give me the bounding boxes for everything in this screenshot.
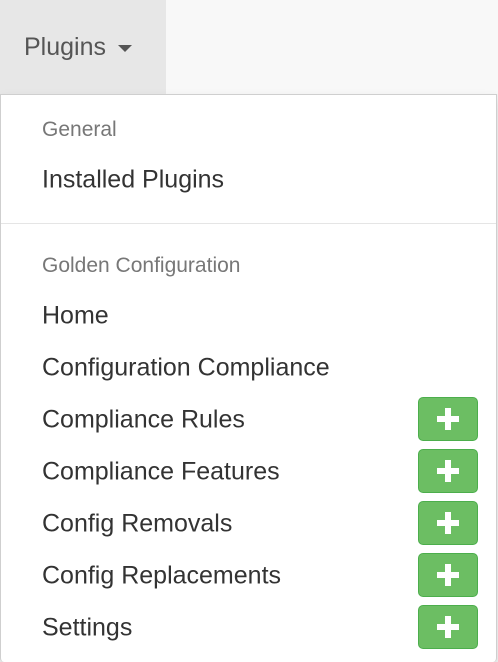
add-compliance-rule-button[interactable] xyxy=(418,397,478,441)
plus-icon xyxy=(437,408,459,430)
add-config-removal-button[interactable] xyxy=(418,501,478,545)
menu-item-label: Configuration Compliance xyxy=(42,353,330,382)
section-header-general: General xyxy=(42,118,117,141)
menu-item-label: Compliance Rules xyxy=(42,405,245,434)
menu-item-label: Config Replacements xyxy=(42,561,282,590)
section-header-golden-configuration: Golden Configuration xyxy=(42,254,241,277)
plugins-dropdown-menu: General Installed Plugins Golden Configu… xyxy=(0,94,497,662)
menu-item-installed-plugins[interactable]: Installed Plugins xyxy=(1,155,496,205)
menu-item-label: Home xyxy=(42,301,109,330)
plugins-menu-label: Plugins xyxy=(24,32,106,61)
plugins-menu-toggle[interactable]: Plugins xyxy=(0,0,166,94)
navbar: Plugins xyxy=(0,0,498,94)
menu-item-label: Compliance Features xyxy=(42,457,280,486)
menu-item-label: Config Removals xyxy=(42,509,233,538)
plus-icon xyxy=(437,460,459,482)
add-compliance-feature-button[interactable] xyxy=(418,449,478,493)
menu-item-configuration-compliance[interactable]: Configuration Compliance xyxy=(1,343,496,393)
section-divider xyxy=(1,223,496,224)
plus-icon xyxy=(437,512,459,534)
menu-item-label: Installed Plugins xyxy=(42,165,225,194)
caret-down-icon xyxy=(118,45,132,52)
menu-item-label: Settings xyxy=(42,613,133,642)
plus-icon xyxy=(437,616,459,638)
plus-icon xyxy=(437,564,459,586)
add-config-replacement-button[interactable] xyxy=(418,553,478,597)
add-settings-button[interactable] xyxy=(418,605,478,649)
menu-item-home[interactable]: Home xyxy=(1,291,496,341)
